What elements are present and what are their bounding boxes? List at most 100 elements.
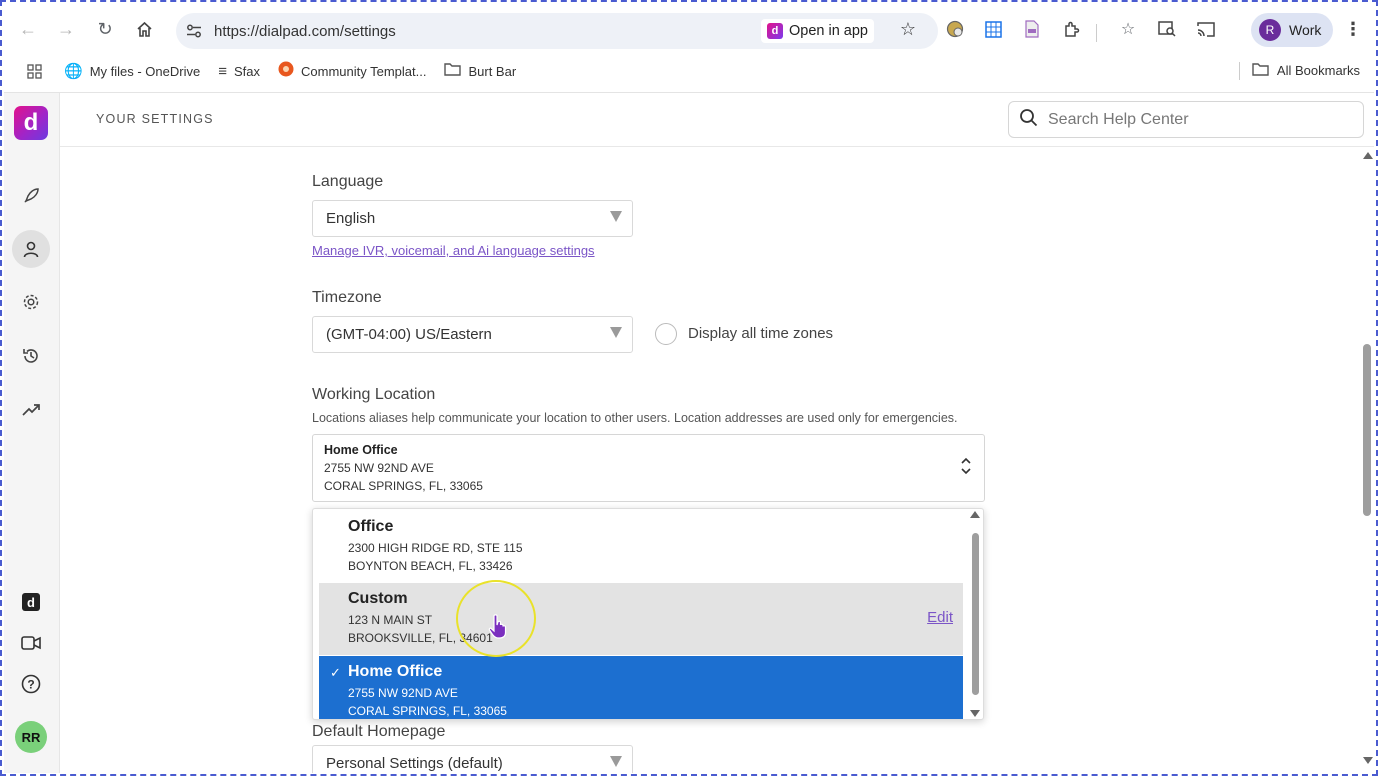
person-icon[interactable] [12,230,50,268]
dialpad-app: d d ? RR YOUR SETTINGS Search Help Cente… [4,92,1374,773]
page-scroll-thumb[interactable] [1363,344,1371,516]
option-line1: 2300 HIGH RIDGE RD, STE 115 [348,541,523,555]
caret-down-icon [610,327,622,338]
dropdown-scrollbar[interactable] [970,511,980,717]
search-icon [1019,108,1038,132]
cast-icon[interactable] [1194,17,1218,41]
scroll-down-icon[interactable] [970,710,980,717]
user-avatar[interactable]: RR [15,721,47,753]
open-in-app-button[interactable]: d Open in app [760,19,874,43]
working-location-dropdown: Office 2300 HIGH RIDGE RD, STE 115 BOYNT… [312,508,984,720]
rocket-icon[interactable] [12,177,50,215]
option-name: Office [348,518,394,535]
hand-pointer-icon [488,614,508,645]
location-option-custom[interactable]: Custom 123 N MAIN ST BROOKSVILLE, FL, 34… [319,583,963,655]
favorites-icon[interactable]: ☆ [1116,17,1140,41]
manage-language-link[interactable]: Manage IVR, voicemail, and Ai language s… [312,243,595,258]
default-homepage-select[interactable]: Personal Settings (default) [312,745,633,773]
scroll-up-icon[interactable] [970,511,980,518]
dropdown-scroll-thumb[interactable] [972,533,979,695]
timezone-select[interactable]: (GMT-04:00) US/Eastern [312,316,633,353]
all-bookmarks-label: All Bookmarks [1276,63,1360,78]
gear-icon[interactable] [12,283,50,321]
location-option-home-office[interactable]: ✓ Home Office 2755 NW 92ND AVE CORAL SPR… [319,656,963,719]
help-icon[interactable]: ? [12,665,50,703]
caret-down-icon [610,211,622,222]
scroll-down-icon[interactable] [1363,757,1373,764]
svg-text:?: ? [27,678,34,692]
logo-letter: d [23,109,39,136]
browser-menu-icon[interactable]: ⋮ [1344,19,1362,40]
option-line1: 123 N MAIN ST [348,613,433,627]
scroll-up-icon[interactable] [1363,152,1373,159]
option-line1: 2755 NW 92ND AVE [348,686,458,700]
forward-icon[interactable]: → [48,11,84,47]
bookmark-label: Community Templat... [301,63,427,79]
dialpad-mini-icon: d [766,23,783,39]
settings-header: YOUR SETTINGS Search Help Center [60,93,1374,147]
caret-down-icon [610,756,622,767]
extension-pdf-icon[interactable] [1020,17,1044,41]
apps-grid-icon[interactable] [14,63,54,79]
nav-rail: d d ? RR [4,93,60,773]
dialpad-ai-icon[interactable]: d [12,583,50,621]
profile-button[interactable]: R Work [1251,13,1333,47]
bookmark-burt-bar[interactable]: Burt Bar [444,62,516,80]
selected-location-name: Home Office [324,443,398,457]
working-location-help: Locations aliases help communicate your … [312,411,958,425]
toolbar-divider [1096,24,1097,42]
edit-custom-location-link[interactable]: Edit [927,609,953,626]
page-scrollbar[interactable] [1362,148,1374,768]
url-text: https://dialpad.com/settings [214,22,396,40]
bookmark-star-icon[interactable]: ☆ [900,19,916,40]
option-line2: BOYNTON BEACH, FL, 33426 [348,559,513,573]
open-in-app-label: Open in app [788,23,868,39]
globe-icon: 🌐 [64,63,83,80]
bookmark-label: My files - OneDrive [89,63,201,79]
home-icon[interactable] [126,11,162,47]
back-icon[interactable]: ← [10,11,46,47]
language-select[interactable]: English [312,200,633,237]
location-option-office[interactable]: Office 2300 HIGH RIDGE RD, STE 115 BOYNT… [319,511,963,581]
trending-icon[interactable] [12,391,50,429]
option-line2: CORAL SPRINGS, FL, 33065 [348,704,507,718]
check-icon: ✓ [330,665,341,680]
page-title: YOUR SETTINGS [96,112,214,126]
option-name: Custom [348,590,408,607]
dialpad-logo[interactable]: d [14,106,48,140]
working-location-select[interactable]: Home Office 2755 NW 92ND AVE CORAL SPRIN… [312,434,985,502]
site-settings-icon[interactable] [176,24,212,38]
selected-location-line2: CORAL SPRINGS, FL, 33065 [324,479,483,493]
display-all-timezones-label[interactable]: Display all time zones [688,325,833,342]
bookmarks-divider [1239,62,1240,80]
bookmark-label: Sfax [233,63,260,79]
address-bar[interactable]: https://dialpad.com/settings d Open in a… [176,13,938,49]
video-icon[interactable] [12,624,50,662]
folder-icon [1252,62,1269,79]
display-all-timezones-radio[interactable] [655,323,677,345]
settings-content: Language English Manage IVR, voicemail, … [60,148,1360,773]
sfax-icon: ≡ [218,62,227,80]
extension-grid-icon[interactable] [981,17,1005,41]
browser-toolbar: ← → ↻ https://dialpad.com/settings d Ope… [4,4,1374,54]
bookmark-sfax[interactable]: ≡ Sfax [218,63,260,80]
bookmark-community-templates[interactable]: Community Templat... [278,61,426,81]
bookmarks-bar: 🌐 My files - OneDrive ≡ Sfax Community T… [4,54,1374,88]
working-location-label: Working Location [312,386,436,403]
community-icon [278,61,294,81]
folder-icon [444,62,462,80]
help-search-input[interactable]: Search Help Center [1008,101,1364,138]
search-placeholder: Search Help Center [1048,110,1189,128]
profile-avatar: R [1259,19,1281,41]
profile-label: Work [1289,22,1322,38]
timezone-label: Timezone [312,289,382,306]
history-icon[interactable] [12,337,50,375]
bookmark-onedrive[interactable]: 🌐 My files - OneDrive [64,62,200,80]
all-bookmarks[interactable]: All Bookmarks [1252,62,1360,79]
reload-icon[interactable]: ↻ [87,11,123,47]
option-name: Home Office [348,663,443,680]
extensions-puzzle-icon[interactable] [1059,17,1083,41]
extension-globe-icon[interactable] [943,17,967,41]
default-homepage-value: Personal Settings (default) [326,755,503,772]
reading-mode-icon[interactable] [1155,17,1179,41]
